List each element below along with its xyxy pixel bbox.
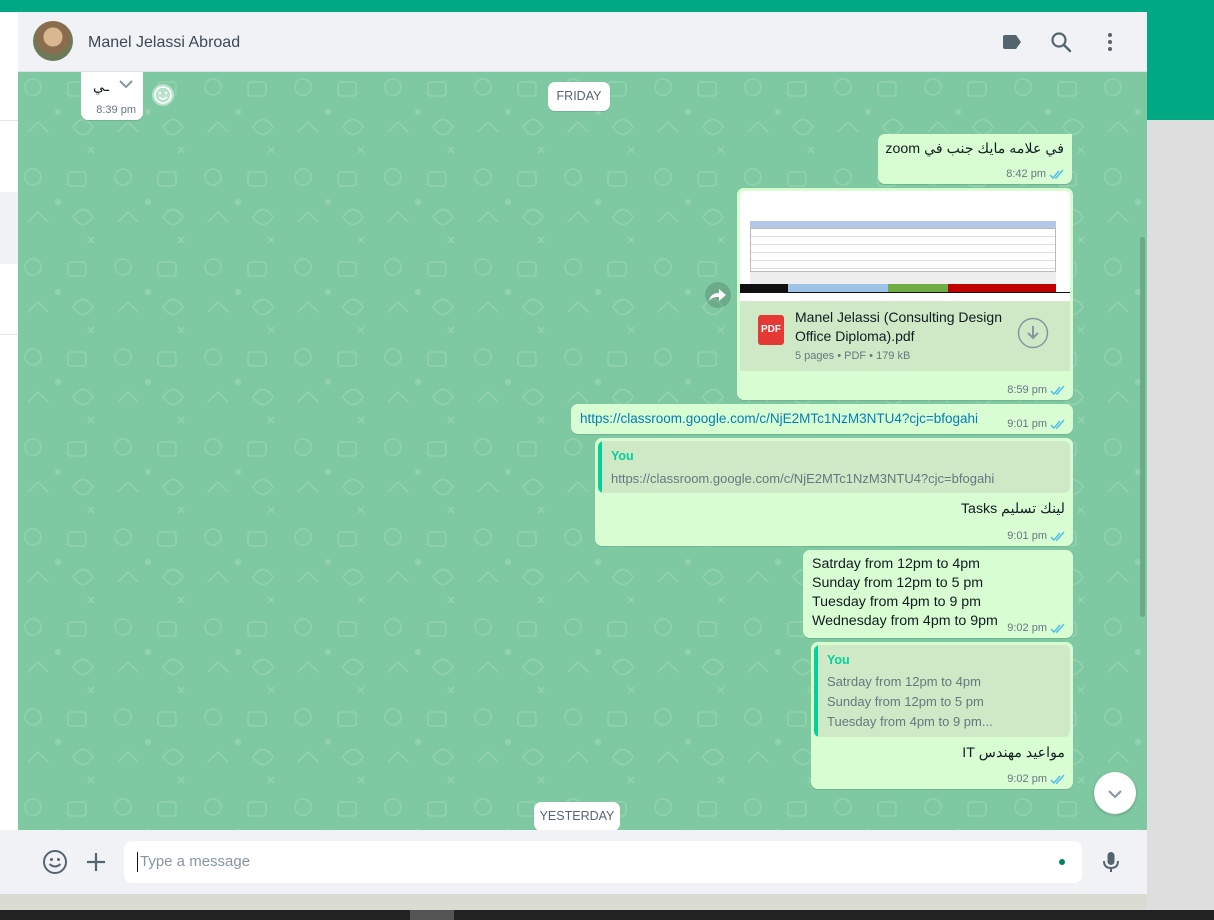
menu-icon[interactable] [1098,30,1122,54]
message-list[interactable]: ـي 8:39 pm FRIDAY في علامه مايك جنب في z… [18,72,1147,830]
quote-author: You [827,653,850,667]
message-time: 9:02 pm [1007,773,1066,785]
quote-author: You [611,449,634,463]
message-text: في علامه مايك جنب في zoom [885,141,1064,157]
preview-header-row [750,272,1056,284]
microphone-icon[interactable] [1098,849,1124,875]
read-ticks-icon [1050,623,1065,633]
message-outgoing[interactable]: Satrday from 12pm to 4pm Sunday from 12p… [803,550,1073,638]
desktop-background [1147,120,1214,910]
pdf-icon: PDF [758,315,784,345]
date-separator: FRIDAY [548,82,610,111]
quoted-message[interactable]: You Satrday from 12pm to 4pm Sunday from… [814,645,1070,737]
message-text-line: Tuesday from 4pm to 9 pm [812,594,982,610]
emoji-icon[interactable] [42,849,68,875]
message-input[interactable]: Type a message [124,841,1082,883]
message-time: 8:59 pm [1007,384,1066,396]
chat-list-item-selected[interactable] [0,192,18,264]
quote-text-line: Satrday from 12pm to 4pm [827,674,981,689]
message-text-line: Satrday from 12pm to 4pm [812,556,980,572]
message-outgoing-reply[interactable]: You https://classroom.google.com/c/NjE2M… [595,438,1073,546]
date-separator: YESTERDAY [534,802,620,830]
message-incoming[interactable]: ـي 8:39 pm [81,72,143,120]
message-time: 9:01 pm [1007,530,1066,542]
message-link[interactable]: https://classroom.google.com/c/NjE2MTc1N… [580,409,978,428]
message-text: مواعيد مهندس IT [962,745,1065,761]
quote-text-line: Sunday from 12pm to 5 pm [827,694,984,709]
status-dot-icon [1059,859,1065,865]
contact-name[interactable]: Manel Jelassi Abroad [88,34,240,52]
scroll-to-bottom-button[interactable] [1094,772,1136,814]
chevron-down-icon [1108,790,1122,799]
search-icon[interactable] [1049,30,1073,54]
quote-text: https://classroom.google.com/c/NjE2MTc1N… [611,471,995,486]
preview-table [750,228,1056,272]
forward-icon[interactable] [704,281,732,309]
read-ticks-icon [1050,774,1065,784]
message-time: 9:02 pm [1007,622,1066,634]
os-taskbar [0,910,1214,920]
composer: Type a message [18,830,1147,894]
quoted-message[interactable]: You https://classroom.google.com/c/NjE2M… [598,441,1070,493]
document-file-name: Manel Jelassi (Consulting Design [795,309,1002,325]
document-file-name-cont: Office Diploma).pdf [795,328,915,344]
scrollbar-thumb[interactable] [1140,237,1145,617]
react-emoji-icon[interactable] [151,83,175,107]
avatar[interactable] [33,21,73,61]
message-text-line: Wednesday from 4pm to 9pm [812,613,998,629]
message-time: 9:01 pm [1007,418,1066,430]
text-caret [137,852,138,872]
read-ticks-icon [1050,385,1065,395]
document-info[interactable]: PDF Manel Jelassi (Consulting Design Off… [740,301,1070,371]
document-file-info: 5 pages • PDF • 179 kB [795,350,911,362]
preview-title-row [750,221,1056,228]
message-time: 8:39 pm [96,104,136,116]
whatsapp-window: Manel Jelassi Abroad ـي 8:39 pm FRIDAY ف… [0,12,1147,894]
chat-list-pane [0,12,19,830]
chevron-down-icon[interactable] [118,78,134,90]
message-text: ـي [93,79,109,95]
attach-plus-icon[interactable] [83,849,109,875]
message-text-line: Sunday from 12pm to 5 pm [812,575,984,591]
download-icon[interactable] [1017,317,1049,349]
message-input-placeholder: Type a message [140,853,251,870]
message-text: لينك تسليم Tasks [960,501,1065,517]
message-outgoing-document[interactable]: PDF Manel Jelassi (Consulting Design Off… [737,188,1073,400]
read-ticks-icon [1049,169,1064,179]
message-outgoing-reply[interactable]: You Satrday from 12pm to 4pm Sunday from… [811,642,1073,789]
conversation-header: Manel Jelassi Abroad [18,12,1147,72]
message-time: 8:42 pm [1006,168,1065,180]
message-outgoing-link[interactable]: https://classroom.google.com/c/NjE2MTc1N… [571,404,1073,434]
message-outgoing[interactable]: في علامه مايك جنب في zoom 8:42 pm [878,134,1072,184]
document-preview[interactable] [740,191,1070,301]
read-ticks-icon [1050,419,1065,429]
read-ticks-icon [1050,531,1065,541]
label-icon[interactable] [1000,30,1024,54]
quote-text-line: Tuesday from 4pm to 9 pm... [827,714,993,729]
